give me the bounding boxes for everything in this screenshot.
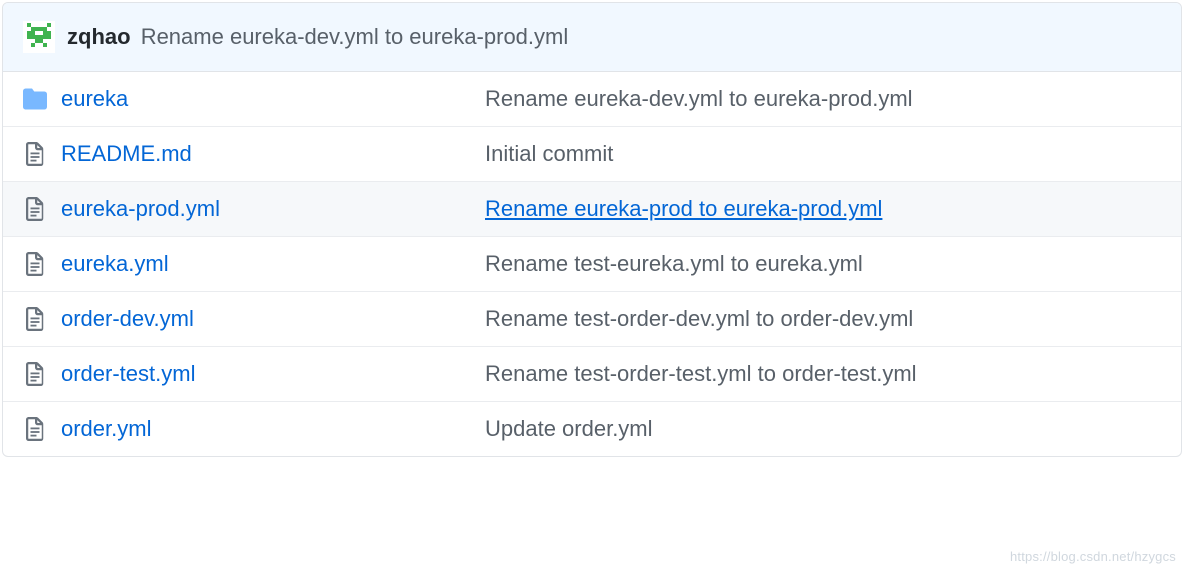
commit-message-link[interactable]: Rename eureka-prod to eureka-prod.yml: [485, 196, 882, 221]
commit-header-text: zqhao Rename eureka-dev.yml to eureka-pr…: [67, 24, 568, 50]
file-name-link[interactable]: eureka-prod.yml: [61, 196, 220, 221]
file-list-container: zqhao Rename eureka-dev.yml to eureka-pr…: [2, 2, 1182, 457]
commit-message[interactable]: Rename eureka-dev.yml to eureka-prod.yml: [141, 24, 569, 49]
watermark: https://blog.csdn.net/hzygcs: [1010, 549, 1176, 564]
folder-icon: [23, 87, 47, 111]
file-row[interactable]: order.yml Update order.yml: [3, 402, 1181, 456]
commit-message-cell: Initial commit: [485, 141, 1161, 167]
commit-message-cell: Rename test-order-test.yml to order-test…: [485, 361, 1161, 387]
commit-message-cell: Rename test-order-dev.yml to order-dev.y…: [485, 306, 1161, 332]
file-name-link[interactable]: order-test.yml: [61, 361, 195, 386]
file-name-cell: eureka-prod.yml: [61, 196, 471, 222]
commit-header: zqhao Rename eureka-dev.yml to eureka-pr…: [3, 3, 1181, 72]
file-icon: [23, 142, 47, 166]
commit-author[interactable]: zqhao: [67, 24, 131, 49]
commit-message-link[interactable]: Rename test-order-test.yml to order-test…: [485, 361, 917, 386]
commit-message-link[interactable]: Rename eureka-dev.yml to eureka-prod.yml: [485, 86, 913, 111]
file-name-cell: order-test.yml: [61, 361, 471, 387]
commit-message-cell: Rename eureka-prod to eureka-prod.yml: [485, 196, 1161, 222]
commit-message-link[interactable]: Update order.yml: [485, 416, 653, 441]
file-row[interactable]: order-test.yml Rename test-order-test.yml…: [3, 347, 1181, 402]
commit-message-link[interactable]: Initial commit: [485, 141, 613, 166]
file-name-link[interactable]: README.md: [61, 141, 192, 166]
file-icon: [23, 252, 47, 276]
file-name-link[interactable]: eureka.yml: [61, 251, 169, 276]
file-name-cell: order.yml: [61, 416, 471, 442]
file-name-cell: README.md: [61, 141, 471, 167]
commit-message-link[interactable]: Rename test-order-dev.yml to order-dev.y…: [485, 306, 913, 331]
file-name-cell: eureka: [61, 86, 471, 112]
file-row[interactable]: eureka Rename eureka-dev.yml to eureka-pr…: [3, 72, 1181, 127]
commit-message-cell: Rename test-eureka.yml to eureka.yml: [485, 251, 1161, 277]
file-name-cell: order-dev.yml: [61, 306, 471, 332]
file-row[interactable]: eureka-prod.yml Rename eureka-prod to eur…: [3, 182, 1181, 237]
file-name-cell: eureka.yml: [61, 251, 471, 277]
commit-message-cell: Rename eureka-dev.yml to eureka-prod.yml: [485, 86, 1161, 112]
avatar[interactable]: [23, 21, 55, 53]
commit-message-cell: Update order.yml: [485, 416, 1161, 442]
file-row[interactable]: eureka.yml Rename test-eureka.yml to eure…: [3, 237, 1181, 292]
file-icon: [23, 362, 47, 386]
file-icon: [23, 197, 47, 221]
commit-message-link[interactable]: Rename test-eureka.yml to eureka.yml: [485, 251, 863, 276]
file-row[interactable]: order-dev.yml Rename test-order-dev.yml t…: [3, 292, 1181, 347]
file-name-link[interactable]: order.yml: [61, 416, 151, 441]
file-row[interactable]: README.md Initial commit: [3, 127, 1181, 182]
file-icon: [23, 307, 47, 331]
file-icon: [23, 417, 47, 441]
file-name-link[interactable]: order-dev.yml: [61, 306, 194, 331]
file-name-link[interactable]: eureka: [61, 86, 128, 111]
